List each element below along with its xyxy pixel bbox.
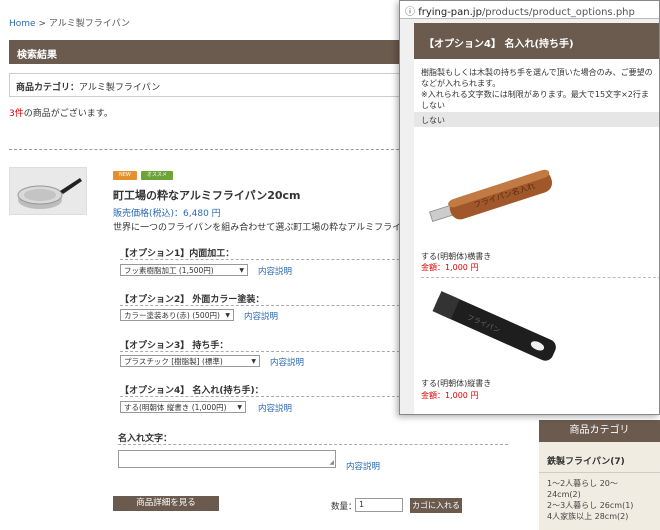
divider [120, 396, 410, 397]
option1-label: 【オプション1】内面加工： [120, 249, 235, 259]
divider [421, 277, 659, 278]
options-popup-window[interactable]: ⓘ frying-pan.jp/products/product_options… [399, 0, 660, 415]
option4-label: 【オプション4】 名入れ(持ち手)： [120, 386, 264, 396]
chevron-down-icon: ▼ [239, 266, 244, 274]
option3-detail-link[interactable]: 内容説明 [270, 356, 304, 368]
sidebar-item[interactable]: 1〜2人暮らし 20〜 [539, 478, 660, 489]
sidebar-item[interactable]: 4人家族以上 28cm(2) [539, 511, 660, 522]
quantity-label: 数量： [331, 502, 357, 512]
divider [120, 259, 410, 260]
popup-url-bar: ⓘ frying-pan.jp/products/product_options… [400, 1, 659, 19]
sidebar-category-iron[interactable]: 鉄製フライパン(7) [539, 442, 660, 473]
badge-new: NEW [113, 171, 137, 180]
category-sidebar: 商品カテゴリ 鉄製フライパン(7) 1〜2人暮らし 20〜 24cm(2) 2〜… [539, 420, 660, 530]
breadcrumb: Home > アルミ製フライパン [9, 16, 130, 29]
divider [118, 444, 508, 445]
result-count: 3件の商品がございます。 [9, 106, 113, 119]
resize-grip-icon[interactable]: ◢ [329, 459, 334, 466]
view-details-button[interactable]: 商品詳細を見る [113, 496, 219, 511]
option2-selected-value: カラー塗装あり(赤) (500円) [124, 310, 220, 320]
option3-label: 【オプション3】 持ち手： [120, 341, 229, 351]
chevron-down-icon: ▼ [251, 357, 256, 365]
popup-title: 【オプション4】 名入れ(持ち手) [414, 23, 659, 59]
popup-desc-line: しない [421, 101, 445, 110]
option4-selected-value: する(明朝体 縦書き (1,000円) [124, 402, 227, 412]
option2-detail-link[interactable]: 内容説明 [244, 310, 278, 322]
chevron-down-icon: ▼ [225, 311, 230, 319]
badge-recommended: オススメ [140, 171, 173, 180]
info-icon: ⓘ [405, 7, 415, 18]
popup-item-caption: する(明朝体)縦書き [421, 379, 492, 388]
option4-select[interactable]: する(明朝体 縦書き (1,000円) ▼ [120, 401, 246, 413]
result-count-number: 3件 [9, 109, 24, 119]
engrave-text-label: 名入れ文字： [118, 434, 173, 444]
engrave-text-input[interactable]: ◢ [118, 450, 336, 468]
engrave-detail-link[interactable]: 内容説明 [346, 460, 380, 472]
popup-desc-line: 樹脂製もしくは木製の持ち手を選んで頂いた場合のみ、ご要望の [421, 68, 653, 77]
popup-description: 樹脂製もしくは木製の持ち手を選んで頂いた場合のみ、ご要望の などが入れられます。… [414, 59, 659, 111]
option3-selected-value: プラスチック [樹脂製] (標準) [124, 356, 223, 366]
breadcrumb-separator: > [38, 19, 46, 29]
price-label: 販売価格(税込)： [113, 209, 184, 219]
product-name[interactable]: 町工場の粋なアルミフライパン20cm [113, 187, 301, 203]
sidebar-item[interactable]: 2〜3人暮らし 26cm(1) [539, 500, 660, 511]
option1-selected-value: フッ素樹脂加工 (1,500円) [124, 265, 214, 275]
popup-item-caption: する(明朝体)横書き [421, 252, 492, 261]
product-badges: NEW オススメ [113, 171, 173, 180]
sidebar-item[interactable]: 24cm(2) [539, 489, 660, 500]
category-label: 商品カテゴリ： [16, 83, 80, 93]
popup-desc-line: などが入れられます。 [421, 79, 501, 88]
popup-content: 【オプション4】 名入れ(持ち手) 樹脂製もしくは木製の持ち手を選んで頂いた場合… [414, 23, 659, 414]
popup-desc-line: ※入れられる文字数には制限があります。最大で15文字×2行ま [421, 90, 649, 99]
popup-item-price: 金額：1,000 円 [421, 391, 479, 400]
option1-select[interactable]: フッ素樹脂加工 (1,500円) ▼ [120, 264, 248, 276]
resin-handle-image[interactable]: フライパン [422, 285, 562, 375]
breadcrumb-home-link[interactable]: Home [9, 19, 36, 29]
divider [120, 351, 410, 352]
product-description: 世界に一つのフライパンを組み合わせて選ぶ町工場の粋なアルミフライパン [113, 223, 420, 233]
option2-select[interactable]: カラー塗装あり(赤) (500円) ▼ [120, 309, 234, 321]
option4-detail-link[interactable]: 内容説明 [258, 402, 292, 414]
category-value: アルミ製フライパン [79, 83, 161, 93]
option3-select[interactable]: プラスチック [樹脂製] (標準) ▼ [120, 355, 260, 367]
popup-none-option[interactable]: しない [414, 112, 659, 127]
quantity-input[interactable]: 1 [355, 498, 403, 512]
divider [9, 149, 409, 150]
divider [120, 305, 410, 306]
search-result-header: 検索結果 [9, 40, 409, 64]
product-thumbnail[interactable] [9, 167, 87, 215]
popup-item-price: 金額：1,000 円 [421, 263, 479, 272]
wooden-handle-image[interactable]: フライパン名入れ [422, 147, 562, 247]
breadcrumb-current: アルミ製フライパン [48, 19, 131, 29]
product-price: 販売価格(税込)：6,480 円 [113, 206, 221, 219]
add-to-cart-button[interactable]: カゴに入れる [410, 498, 462, 513]
category-box: 商品カテゴリ：アルミ製フライパン [9, 73, 409, 97]
option2-label: 【オプション2】 外面カラー塗装： [120, 295, 265, 305]
price-value: 6,480 円 [183, 209, 221, 219]
result-count-text: の商品がございます。 [23, 109, 113, 119]
sidebar-title: 商品カテゴリ [539, 420, 660, 442]
option1-detail-link[interactable]: 内容説明 [258, 265, 292, 277]
url-host: frying-pan.jp [418, 7, 482, 18]
chevron-down-icon: ▼ [237, 403, 242, 411]
url-path: /products/product_options.php [481, 7, 635, 18]
